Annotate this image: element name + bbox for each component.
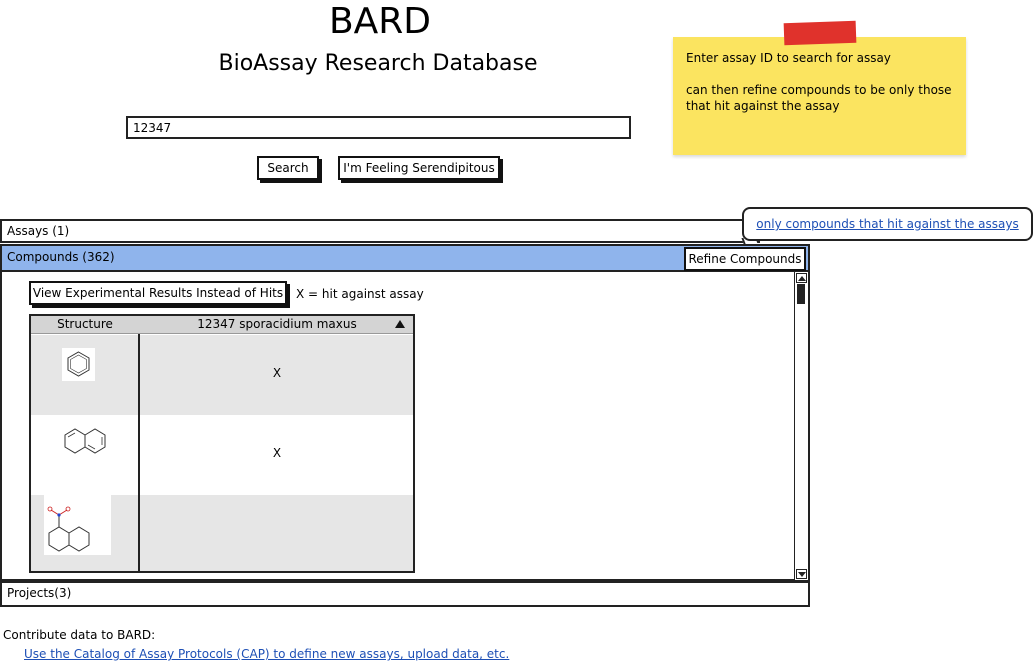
table-row: X [31, 415, 413, 495]
table-row: X [31, 335, 413, 415]
app-subtitle: BioAssay Research Database [218, 51, 538, 76]
cap-link[interactable]: Use the Catalog of Assay Protocols (CAP)… [24, 646, 509, 662]
contribute-text: Contribute data to BARD: [3, 628, 156, 642]
structure-cell [31, 495, 138, 571]
benzene-structure-icon [62, 348, 95, 381]
hit-cell: X [272, 446, 282, 460]
structure-cell [31, 415, 138, 495]
tape-decoration [783, 20, 857, 46]
view-experimental-results-button[interactable]: View Experimental Results Instead of Hit… [29, 281, 287, 305]
only-hit-compounds-link[interactable]: only compounds that hit against the assa… [756, 217, 1018, 231]
scroll-up-icon[interactable] [796, 273, 807, 283]
structure-cell [31, 335, 138, 415]
sticky-note-line: that hit against the assay [686, 99, 840, 113]
column-divider [138, 316, 140, 571]
sort-ascending-icon[interactable] [395, 320, 405, 328]
assays-section-header[interactable]: Assays (1) [0, 219, 760, 243]
table-header: Structure 12347 sporacidium maxus [31, 316, 413, 334]
projects-section-header[interactable]: Projects(3) [0, 581, 810, 607]
sticky-note-line: can then refine compounds to be only tho… [686, 83, 952, 97]
app-title: BARD [328, 1, 432, 42]
refine-compounds-button[interactable]: Refine Compounds [684, 247, 806, 271]
search-input[interactable] [126, 116, 631, 139]
hit-legend: X = hit against assay [296, 287, 424, 301]
table-row [31, 495, 413, 571]
structure-column-header[interactable]: Structure [31, 316, 139, 334]
search-button[interactable]: Search [257, 156, 319, 180]
naphthalene-structure-icon [64, 428, 106, 454]
scroll-thumb[interactable] [797, 284, 805, 304]
refine-callout: only compounds that hit against the assa… [742, 207, 1033, 241]
assay-column-header[interactable]: 12347 sporacidium maxus [141, 316, 413, 334]
panel-scrollbar[interactable] [794, 272, 808, 580]
sticky-note: Enter assay ID to search for assay can t… [673, 37, 966, 155]
hit-cell: X [272, 366, 282, 380]
nitronaphthalene-structure-icon [44, 495, 111, 555]
assay-column-label: 12347 sporacidium maxus [197, 317, 357, 331]
sticky-note-line: Enter assay ID to search for assay [686, 51, 891, 65]
results-table: X X Structure 12347 sporacidium maxus [29, 314, 415, 573]
hit-cell [141, 495, 413, 571]
scroll-down-icon[interactable] [796, 569, 807, 579]
feeling-serendipitous-button[interactable]: I'm Feeling Serendipitous [338, 156, 500, 180]
